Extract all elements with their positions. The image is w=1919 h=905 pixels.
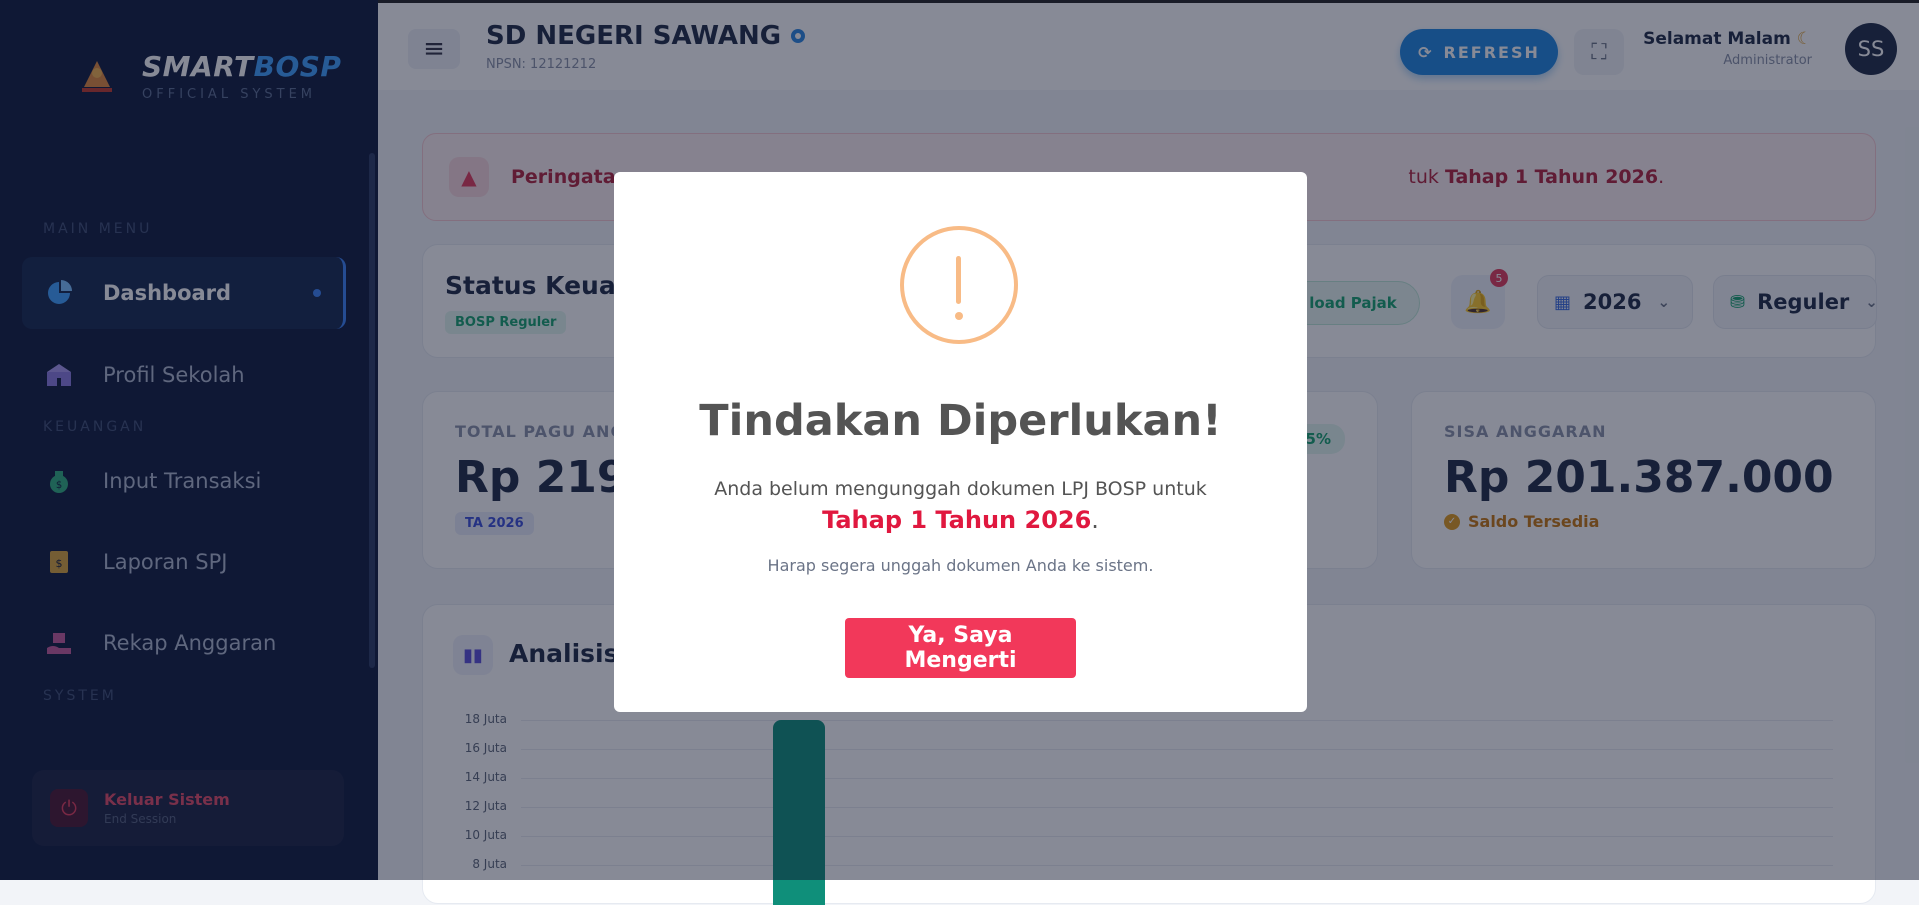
dialog-note: Harap segera unggah dokumen Anda ke sist… — [767, 556, 1154, 575]
dialog-suffix: . — [1091, 506, 1099, 534]
dialog-highlight: Tahap 1 Tahun 2026 — [822, 506, 1092, 534]
alert-dialog: Tindakan Diperlukan! Anda belum mengungg… — [614, 172, 1307, 712]
dialog-message: Anda belum mengunggah dokumen LPJ BOSP u… — [714, 478, 1207, 500]
confirm-button[interactable]: Ya, Saya Mengerti — [845, 618, 1076, 678]
dialog-highlight-line: Tahap 1 Tahun 2026. — [614, 506, 1307, 534]
exclamation-icon — [900, 226, 1018, 344]
dialog-title: Tindakan Diperlukan! — [699, 396, 1222, 446]
